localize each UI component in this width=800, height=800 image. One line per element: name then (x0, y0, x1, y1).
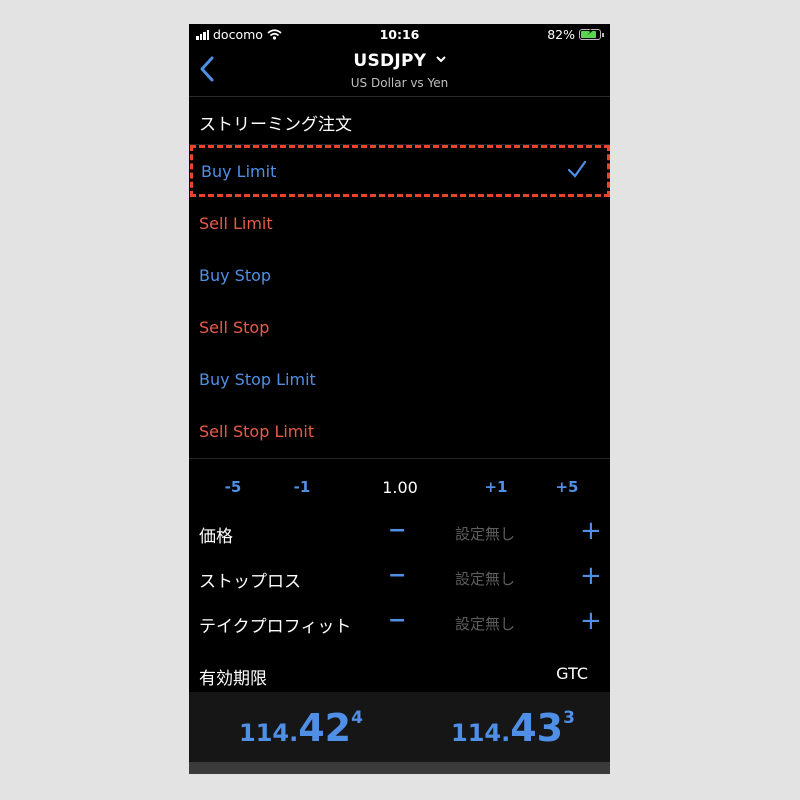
battery-group: 82% ⚡ (547, 27, 604, 42)
order-type-buy-stop-limit[interactable]: Buy Stop Limit (189, 353, 610, 405)
order-type-buy-limit[interactable]: Buy Limit (190, 145, 610, 197)
volume-minus-5-button[interactable]: -5 (225, 478, 242, 496)
bid-price[interactable]: 114.424 (239, 706, 363, 750)
section-title: ストリーミング注文 (199, 115, 352, 135)
battery-icon: ⚡ (579, 27, 601, 40)
price-field: 価格 − 設定無し + (189, 518, 610, 548)
volume-value[interactable]: 1.00 (382, 478, 418, 497)
price-label: 価格 (199, 527, 233, 547)
order-type-sell-limit[interactable]: Sell Limit (189, 197, 610, 249)
symbol-selector[interactable]: USDJPY (189, 51, 610, 71)
bid-price-pips: 42 (298, 706, 352, 750)
order-type-sell-stop[interactable]: Sell Stop (189, 301, 610, 353)
stop-loss-value[interactable]: 設定無し (455, 568, 515, 589)
volume-minus-1-button[interactable]: -1 (294, 478, 311, 496)
price-plus-button[interactable]: + (580, 518, 602, 544)
phone-screen: docomo 10:16 82% ⚡ USDJPY US Dollar vs Y… (189, 24, 610, 774)
take-profit-field: テイクプロフィット − 設定無し + (189, 608, 610, 638)
price-value[interactable]: 設定無し (455, 523, 515, 544)
order-type-label: Sell Limit (199, 213, 273, 233)
battery-percent: 82% (547, 27, 575, 42)
order-type-label: Buy Stop Limit (199, 369, 316, 389)
quote-panel: 114.424 114.433 (189, 692, 610, 762)
order-type-buy-stop[interactable]: Buy Stop (189, 249, 610, 301)
take-profit-minus-button[interactable]: − (388, 608, 406, 633)
order-type-label: Sell Stop Limit (199, 421, 315, 441)
chevron-down-icon (435, 56, 446, 63)
order-type-sell-stop-limit[interactable]: Sell Stop Limit (189, 405, 610, 457)
order-type-label: Sell Stop (199, 317, 270, 337)
order-type-list: Buy Limit Sell Limit Buy Stop Sell Stop … (189, 145, 610, 457)
volume-stepper: -5 -1 1.00 +1 +5 (189, 474, 610, 500)
ask-price-pips: 43 (510, 706, 564, 750)
checkmark-icon (567, 160, 587, 178)
order-type-label: Buy Stop (199, 265, 272, 285)
stop-loss-field: ストップロス − 設定無し + (189, 563, 610, 593)
volume-plus-1-button[interactable]: +1 (484, 478, 507, 496)
volume-plus-5-button[interactable]: +5 (555, 478, 578, 496)
symbol-description: US Dollar vs Yen (350, 76, 449, 90)
stop-loss-minus-button[interactable]: − (388, 563, 406, 588)
stop-loss-plus-button[interactable]: + (580, 563, 602, 589)
take-profit-label: テイクプロフィット (199, 617, 352, 637)
take-profit-plus-button[interactable]: + (580, 608, 602, 634)
status-bar: docomo 10:16 82% ⚡ (189, 24, 610, 44)
ask-price-fraction: 3 (563, 708, 575, 728)
nav-header: USDJPY US Dollar vs Yen (189, 44, 610, 97)
price-minus-button[interactable]: − (388, 518, 406, 543)
expiry-value[interactable]: GTC (556, 664, 588, 683)
bottom-action-bar[interactable] (189, 762, 610, 774)
bid-price-prefix: 114. (239, 719, 299, 747)
symbol-name: USDJPY (353, 51, 427, 71)
expiry-label: 有効期限 (199, 669, 267, 689)
order-type-label: Buy Limit (201, 161, 277, 181)
ask-price[interactable]: 114.433 (451, 706, 575, 750)
take-profit-value[interactable]: 設定無し (455, 613, 515, 634)
stop-loss-label: ストップロス (199, 572, 301, 592)
ask-price-prefix: 114. (451, 719, 511, 747)
bid-price-fraction: 4 (351, 708, 363, 728)
